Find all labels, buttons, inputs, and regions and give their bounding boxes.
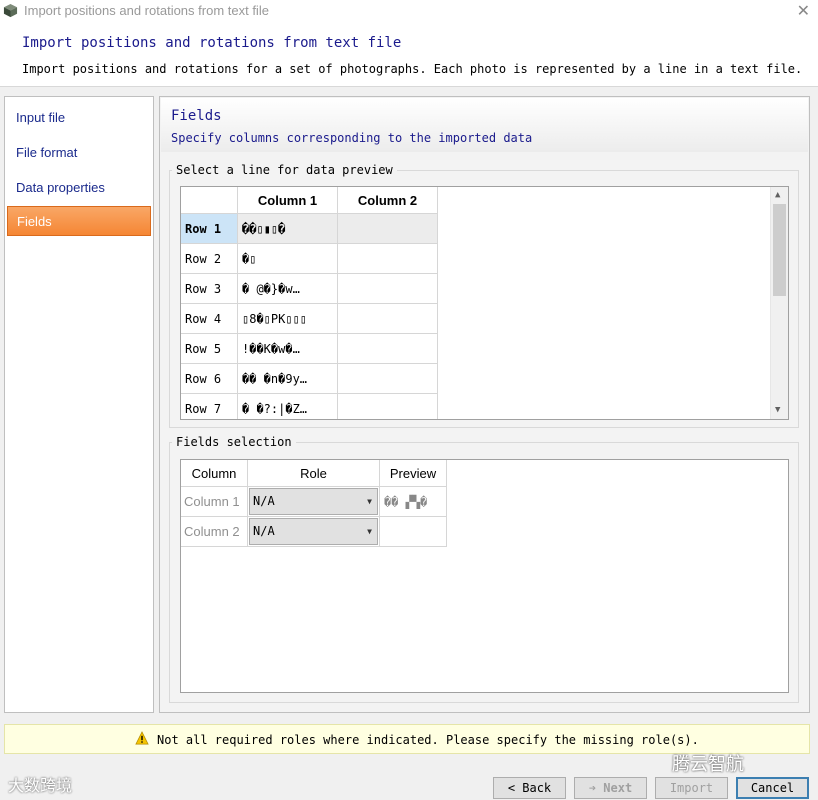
table-cell[interactable]: � @�}�w…	[238, 274, 338, 304]
cancel-button[interactable]: Cancel	[736, 777, 809, 799]
nav-item-data-properties[interactable]: Data properties	[7, 173, 151, 203]
arrow-right-icon: ➔	[588, 781, 597, 795]
table-cell[interactable]: ▯8�▯PK▯▯▯	[238, 304, 338, 334]
import-button[interactable]: Import	[655, 777, 728, 799]
preview-grid[interactable]: Column 1 Column 2 Row 1 ��▯▮▯� Row 2 �▯ …	[180, 186, 789, 420]
table-row[interactable]: Row 3 � @�}�w…	[181, 274, 438, 304]
window-title: Import positions and rotations from text…	[24, 3, 269, 18]
fields-legend: Fields selection	[176, 435, 292, 449]
table-row[interactable]: Row 5 !��K�w�…	[181, 334, 438, 364]
column-header[interactable]: Column 1	[238, 187, 338, 214]
chevron-down-icon[interactable]: ▼	[367, 489, 372, 514]
column-header[interactable]: Column 2	[338, 187, 438, 214]
app-cube-icon	[3, 3, 18, 18]
table-cell[interactable]: ��▯▮▯�	[238, 214, 338, 244]
field-column-name: Column 2	[181, 517, 248, 547]
table-cell[interactable]: �� �n�9y…	[238, 364, 338, 394]
watermark-logo: 腾云智航	[672, 754, 744, 775]
table-row[interactable]: Row 6 �� �n�9y…	[181, 364, 438, 394]
chevron-down-icon[interactable]: ▼	[367, 519, 372, 544]
nav-item-input-file[interactable]: Input file	[7, 103, 151, 133]
row-header[interactable]: Row 2	[181, 244, 238, 274]
field-preview: �� ▞▚�	[380, 487, 447, 517]
wizard-header: Import positions and rotations from text…	[0, 22, 818, 87]
role-dropdown-value: N/A	[253, 494, 275, 508]
column-header-role[interactable]: Role	[248, 460, 380, 487]
next-button[interactable]: ➔ Next	[574, 777, 647, 799]
page-title: Fields	[171, 108, 222, 124]
nav-item-fields[interactable]: Fields	[7, 206, 151, 236]
close-icon[interactable]: ✕	[797, 1, 810, 21]
table-cell[interactable]	[338, 274, 438, 304]
title-bar: Import positions and rotations from text…	[0, 0, 818, 22]
fields-grid[interactable]: Column Role Preview Column 1 N/A ▼ �� ▞▚…	[180, 459, 789, 693]
table-row[interactable]: Row 2 �▯	[181, 244, 438, 274]
row-header[interactable]: Row 3	[181, 274, 238, 304]
watermark-logo: 大数跨境	[8, 776, 73, 795]
row-header[interactable]: Row 4	[181, 304, 238, 334]
table-cell[interactable]	[338, 304, 438, 334]
scroll-down-icon[interactable]: ▼	[775, 405, 780, 415]
table-row[interactable]: Row 4 ▯8�▯PK▯▯▯	[181, 304, 438, 334]
field-column-name: Column 1	[181, 487, 248, 517]
role-dropdown[interactable]: N/A ▼	[249, 488, 378, 515]
corner-header	[181, 187, 238, 214]
row-header[interactable]: Row 7	[181, 394, 238, 419]
role-dropdown-value: N/A	[253, 524, 275, 538]
scrollbar-thumb[interactable]	[773, 204, 786, 296]
table-cell[interactable]	[338, 364, 438, 394]
table-row[interactable]: Row 1 ��▯▮▯�	[181, 214, 438, 244]
table-cell[interactable]: � �?:|�Z…	[238, 394, 338, 419]
warning-text: Not all required roles where indicated. …	[157, 733, 699, 747]
nav-item-file-format[interactable]: File format	[7, 138, 151, 168]
row-header[interactable]: Row 6	[181, 364, 238, 394]
table-cell[interactable]	[338, 214, 438, 244]
scroll-up-icon[interactable]: ▲	[775, 190, 780, 200]
main-panel: Fields Specify columns corresponding to …	[159, 96, 810, 713]
field-preview	[380, 517, 447, 547]
row-header[interactable]: Row 1	[181, 214, 238, 244]
row-header[interactable]: Row 5	[181, 334, 238, 364]
header-subtitle: Import positions and rotations for a set…	[22, 62, 803, 76]
wizard-nav: Input file File format Data properties F…	[4, 96, 154, 713]
table-row[interactable]: Row 7 � �?:|�Z…	[181, 394, 438, 419]
role-cell: N/A ▼	[248, 517, 380, 547]
preview-legend: Select a line for data preview	[176, 163, 393, 177]
vertical-scrollbar[interactable]: ▲ ▼	[770, 187, 788, 419]
page-subtitle: Specify columns corresponding to the imp…	[171, 131, 533, 145]
warning-icon	[135, 731, 149, 745]
role-cell: N/A ▼	[248, 487, 380, 517]
table-cell[interactable]: !��K�w�…	[238, 334, 338, 364]
header-title: Import positions and rotations from text…	[22, 35, 402, 51]
next-button-label: Next	[603, 781, 633, 795]
role-dropdown[interactable]: N/A ▼	[249, 518, 378, 545]
column-header-preview[interactable]: Preview	[380, 460, 447, 487]
column-header-column[interactable]: Column	[181, 460, 248, 487]
table-cell[interactable]	[338, 244, 438, 274]
table-cell[interactable]	[338, 334, 438, 364]
table-cell[interactable]: �▯	[238, 244, 338, 274]
back-button[interactable]: < Back	[493, 777, 566, 799]
page-header: Fields Specify columns corresponding to …	[161, 98, 808, 152]
table-cell[interactable]	[338, 394, 438, 419]
